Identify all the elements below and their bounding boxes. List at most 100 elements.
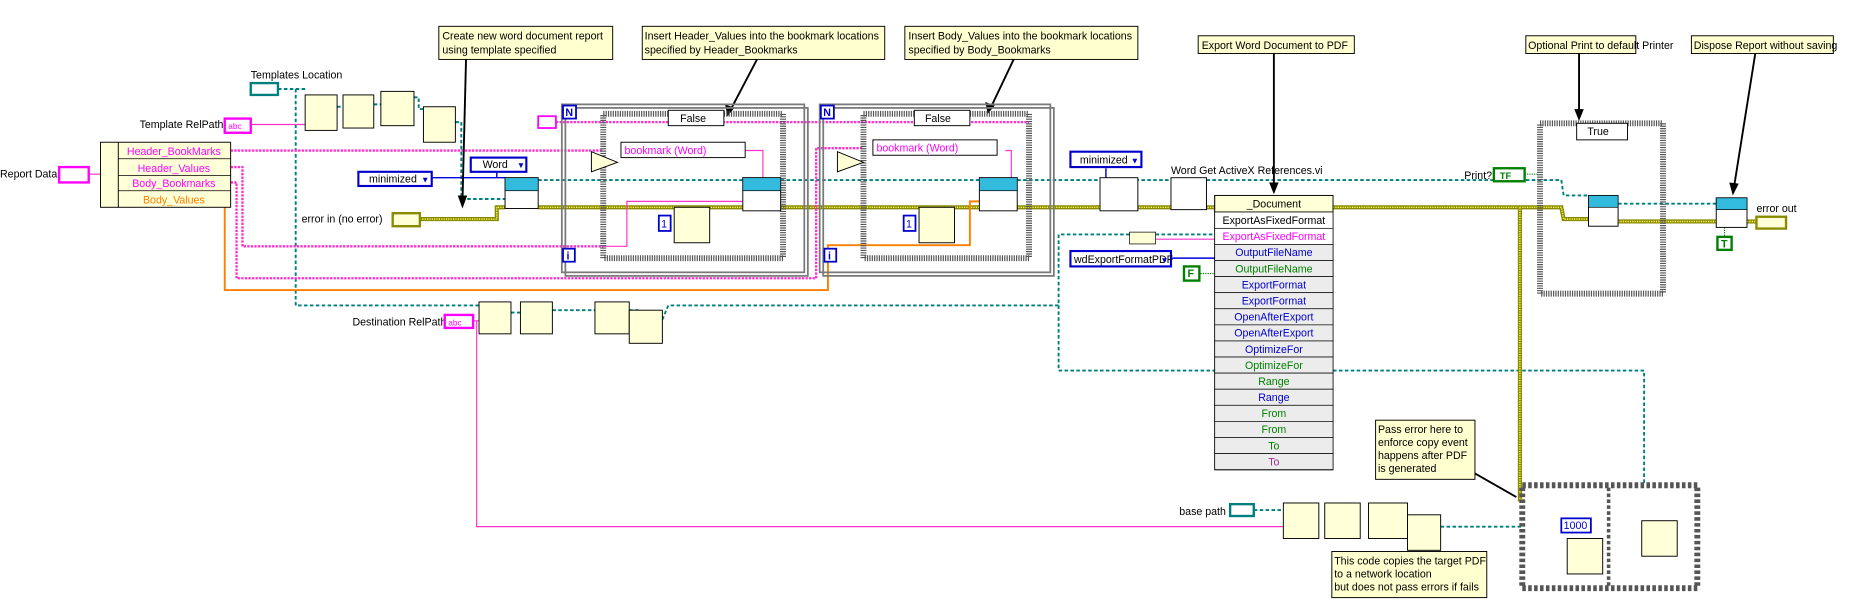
wait-ms-icon[interactable] [1566,537,1604,575]
field-header-values: Header_Values [138,163,210,175]
svg-text:Optional Print to default Prin: Optional Print to default Printer [1528,40,1674,52]
report-data-terminal[interactable] [57,165,90,184]
dropdown-arrow-icon: ▼ [1131,157,1139,166]
build-path-icon[interactable] [628,309,663,344]
destination-to-copy[interactable] [1057,305,1215,372]
bookmark-property-1[interactable]: bookmark (Word) [620,141,746,159]
bookmark-property-2[interactable]: bookmark (Word) [872,139,998,156]
templates-location-terminal[interactable] [249,81,280,97]
destination-relpath-label: Destination RelPath [352,317,446,329]
folder-icon[interactable] [1368,502,1409,539]
build-path-icon[interactable] [478,301,512,335]
word-get-activex-vi[interactable] [1170,177,1207,211]
svg-text:Insert Body_Values into the bo: Insert Body_Values into the bookmark loc… [908,30,1132,42]
word-ring[interactable]: Word ▼ [469,156,528,173]
template-relpath-terminal[interactable]: abc [223,117,252,134]
refnum-wire-main[interactable] [538,179,1589,197]
templates-path-wire-4[interactable] [413,96,424,111]
true-constant[interactable]: T [1716,235,1733,252]
svg-text:Insert Header_Values into the: Insert Header_Values into the bookmark l… [645,30,879,42]
comment-pass-error: Pass error here to enforce copy event ha… [1375,419,1517,498]
svg-text:This code copies the target PD: This code copies the target PDF [1334,555,1486,567]
copy-file-icon[interactable] [1641,520,1678,557]
minimized-ring-2[interactable]: minimized ▼ [1069,150,1143,169]
svg-text:is generated: is generated [1378,463,1437,475]
loop-index: i [567,250,570,262]
templates-location-label: Templates Location [251,69,343,81]
wait-ms-icon[interactable] [918,206,955,244]
wait-ms-icon[interactable] [673,206,711,244]
report-header-icon [742,177,782,192]
field-header-bookmarks: Header_BookMarks [127,146,221,158]
comment-copy-code: This code copies the target PDF to a net… [1331,551,1488,599]
report-array-constant[interactable] [537,115,557,129]
svg-text:happens after PDF: happens after PDF [1378,450,1468,462]
arrow-head [1574,109,1584,121]
svg-text:minimized: minimized [369,173,417,185]
string-to-path-icon[interactable] [1129,231,1156,245]
case-selector-2[interactable]: False [913,109,971,127]
invoke-node-row-label: To [1268,440,1279,452]
report-header-icon [979,177,1018,192]
invoke-node-row-label: Range [1258,376,1289,388]
svg-text:Export Word Document to PDF: Export Word Document to PDF [1202,40,1349,52]
base-path-terminal[interactable] [1228,502,1255,518]
invoke-node-rows: ExportAsFixedFormat OutputFileName OutputF… [1214,227,1334,470]
report-header-icon [504,177,539,192]
svg-text:1: 1 [661,218,667,230]
case-selector-1[interactable]: False [667,109,725,127]
for-loop-2[interactable]: N i False bookmark (Word) 1 [818,103,1055,277]
wait-constant-1[interactable]: 1 [657,214,672,232]
report-data-label: Report Data [0,169,57,181]
export-format-ring[interactable]: wdExportFormatPDF ▼ [1069,249,1174,268]
error-out-terminal[interactable] [1755,215,1788,230]
bookmark-wire-1[interactable] [745,149,764,178]
svg-text:1000: 1000 [1564,520,1588,532]
unbundle-by-name[interactable]: Header_BookMarks Header_Values Body_Book… [100,141,232,208]
for-loop-1[interactable]: N i False bookmark (Word) 1 [560,103,809,277]
destination-relpath-branch[interactable] [476,320,1284,528]
error-out-label: error out [1756,203,1796,215]
build-path-icon[interactable] [1407,514,1442,551]
build-path-icon[interactable] [1282,502,1320,539]
print-boolean-terminal[interactable]: TF [1492,167,1526,183]
invoke-node-row-label: ExportAsFixedFormat [1223,231,1326,243]
build-path-icon[interactable] [304,94,338,131]
build-path-icon[interactable] [422,106,456,143]
field-body-bookmarks: Body_Bookmarks [132,178,215,190]
svg-text:minimized: minimized [1080,155,1128,167]
svg-text:but does not pass errors if fa: but does not pass errors if fails [1334,582,1479,594]
error-in-label: error in (no error) [302,214,383,226]
invoke-node-row-label: ExportFormat [1242,296,1306,308]
base-path-label: base path [1179,506,1226,518]
print-label: Print? [1464,170,1492,182]
word-get-activex-label: Word Get ActiveX References.vi [1171,165,1323,177]
build-path-icon[interactable] [342,94,375,129]
svg-text:T: T [1721,238,1728,250]
compare-icon[interactable] [836,150,865,173]
destination-relpath-terminal[interactable]: abc [443,313,475,330]
comment-optional-print: Optional Print to default Printer [1525,35,1674,121]
wait-constant-3[interactable]: 1000 [1560,517,1592,534]
flat-sequence-copy[interactable]: 1000 [1519,482,1701,592]
false-constant[interactable]: F [1182,265,1201,282]
print-case-selector[interactable]: True [1576,122,1629,141]
compare-icon[interactable] [590,150,619,173]
error-in-terminal[interactable] [391,212,422,228]
arrow-head [1269,182,1279,195]
window-state-vi[interactable] [1099,177,1139,212]
build-path-icon[interactable] [519,301,553,335]
bookmark-wire-2[interactable] [1005,149,1012,178]
invoke-node-export[interactable]: _Document ExportAsFixedFormat ExportAsFi… [1214,194,1334,471]
minimized-ring-1[interactable]: minimized ▼ [357,170,433,188]
wait-constant-2[interactable]: 1 [902,214,917,232]
folder-icon[interactable] [594,301,630,335]
svg-text:False: False [680,113,706,125]
build-path-icon[interactable] [1324,502,1361,539]
folder-icon[interactable] [380,90,415,127]
loop-count: N [823,107,831,119]
svg-text:abc: abc [448,319,461,328]
invoke-node-row-label: ExportFormat [1242,279,1306,291]
svg-text:enforce copy event: enforce copy event [1378,437,1468,449]
svg-text:True: True [1587,126,1609,138]
